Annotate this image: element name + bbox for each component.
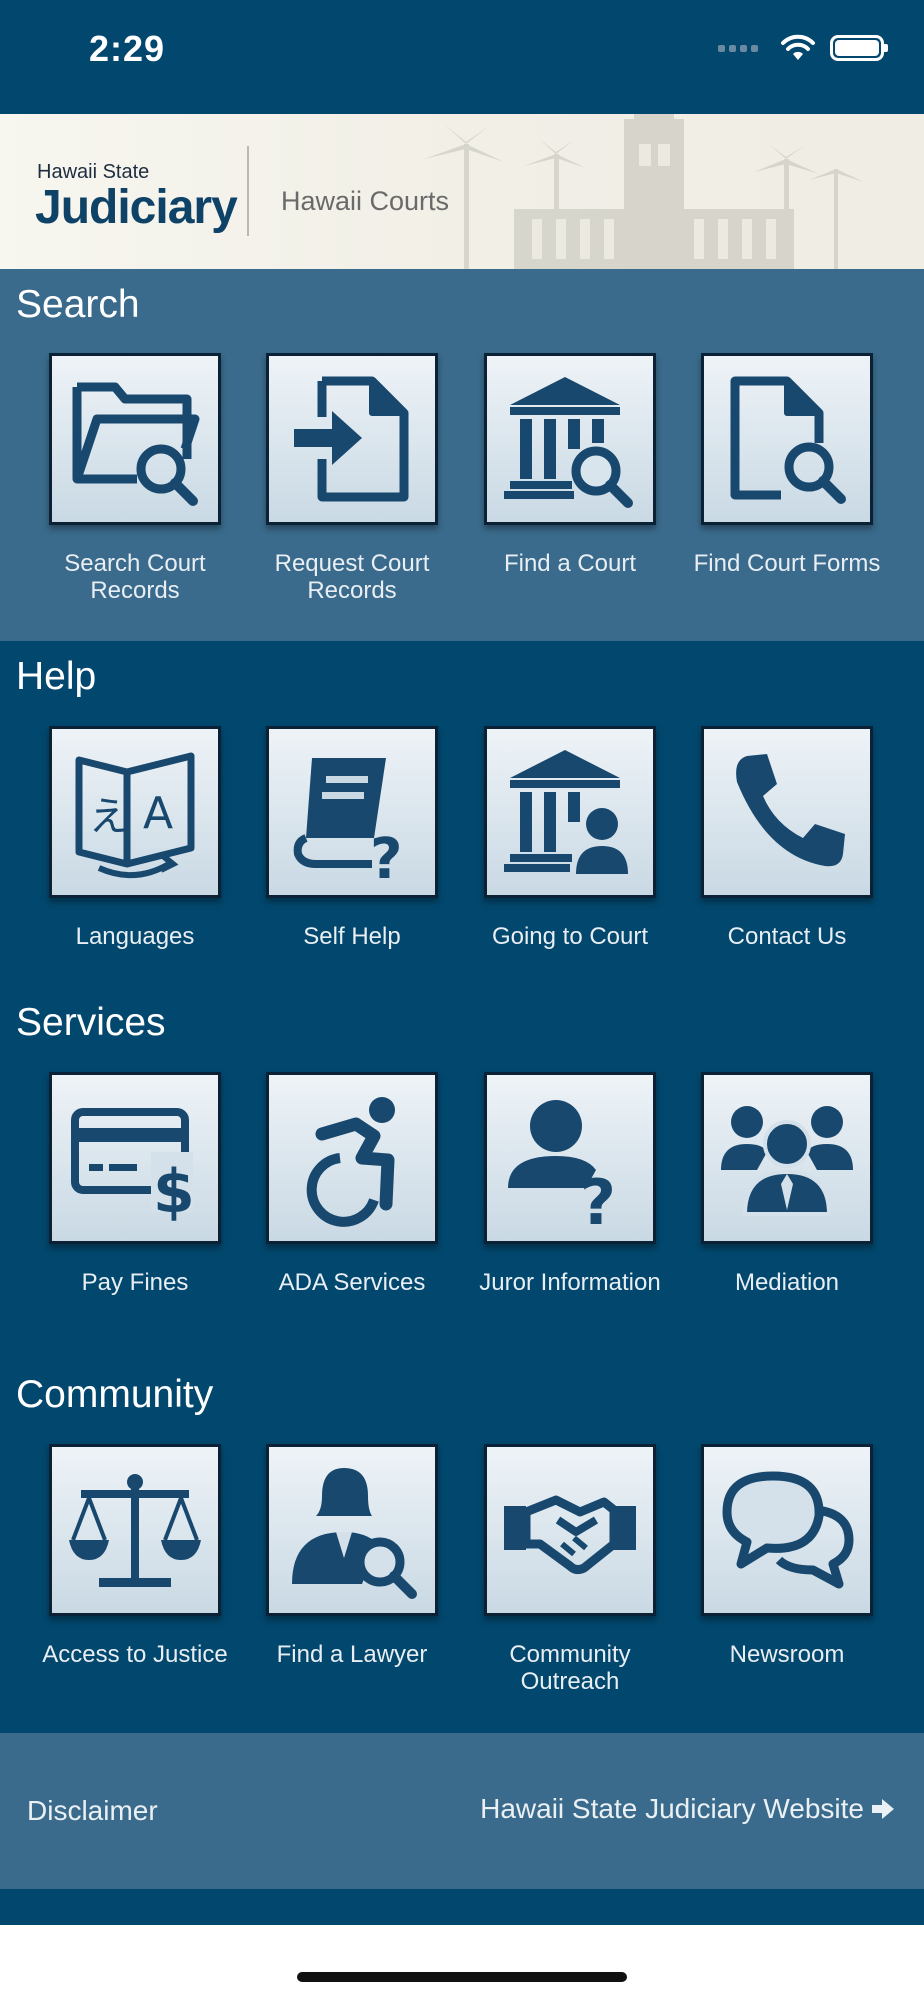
find-court-forms-label: Find Court Forms xyxy=(693,550,881,577)
status-icons xyxy=(718,34,888,62)
help-section: Help え A Languages ? Self Help Going to … xyxy=(0,641,924,981)
section-title-community: Community xyxy=(16,1373,214,1416)
book-question-icon: ? xyxy=(293,758,402,882)
svg-text:?: ? xyxy=(580,1166,616,1228)
juror-information-button[interactable]: ? xyxy=(484,1072,656,1244)
community-section: Community Access to Justice Find a Lawye… xyxy=(0,1353,924,1733)
wifi-icon xyxy=(781,34,815,60)
logo-judiciary-text: Judiciary xyxy=(35,181,238,234)
cellular-signal-icon xyxy=(718,44,758,52)
section-title-search: Search xyxy=(16,283,140,326)
judiciary-website-label: Hawaii State Judiciary Website xyxy=(480,1793,864,1824)
pay-fines-button[interactable]: $ xyxy=(49,1072,221,1244)
section-title-services: Services xyxy=(16,1001,166,1044)
mediation-button[interactable] xyxy=(701,1072,873,1244)
status-time: 2:29 xyxy=(89,28,166,69)
logo-divider xyxy=(247,146,249,236)
newsroom-label: Newsroom xyxy=(729,1641,845,1668)
courthouse-person-icon xyxy=(504,750,628,874)
lawyer-search-icon xyxy=(292,1468,417,1599)
community-outreach-button[interactable] xyxy=(484,1444,656,1616)
contact-us-button[interactable] xyxy=(701,726,873,898)
battery-icon xyxy=(830,35,888,61)
credit-card-dollar-icon: $ xyxy=(71,1108,195,1227)
chat-bubbles-icon xyxy=(722,1471,854,1589)
community-outreach-label: Community Outreach xyxy=(509,1641,631,1695)
section-title-help: Help xyxy=(16,655,97,698)
scales-icon xyxy=(69,1474,201,1587)
app-subtitle: Hawaii Courts xyxy=(281,186,450,216)
document-import-icon xyxy=(294,376,409,502)
accessibility-icon xyxy=(306,1097,395,1227)
access-to-justice-button[interactable] xyxy=(49,1444,221,1616)
languages-label: Languages xyxy=(75,923,195,950)
going-to-court-button[interactable] xyxy=(484,726,656,898)
svg-text:え: え xyxy=(89,794,129,840)
request-court-records-label: Request Court Records xyxy=(274,550,430,604)
newsroom-button[interactable] xyxy=(701,1444,873,1616)
ada-services-button[interactable] xyxy=(266,1072,438,1244)
svg-text:A: A xyxy=(143,788,173,839)
self-help-button[interactable]: ? xyxy=(266,726,438,898)
folder-search-icon xyxy=(72,382,200,506)
courthouse-search-icon xyxy=(504,377,633,508)
person-question-icon: ? xyxy=(508,1100,616,1228)
group-icon xyxy=(721,1106,853,1216)
request-court-records-button[interactable] xyxy=(266,353,438,525)
languages-button[interactable]: え A xyxy=(49,726,221,898)
services-section: Services $ Pay Fines ADA Services ? Juro… xyxy=(0,981,924,1353)
search-section: Search Search Court Records Request Cour… xyxy=(0,269,924,641)
find-a-lawyer-label: Find a Lawyer xyxy=(276,1641,428,1668)
find-court-forms-button[interactable] xyxy=(701,353,873,525)
search-court-records-label: Search Court Records xyxy=(64,550,206,604)
handshake-icon xyxy=(504,1495,636,1575)
search-court-records-button[interactable] xyxy=(49,353,221,525)
find-a-court-button[interactable] xyxy=(484,353,656,525)
find-a-court-label: Find a Court xyxy=(503,550,637,577)
svg-text:?: ? xyxy=(370,827,402,882)
document-search-icon xyxy=(730,376,846,504)
judiciary-website-link[interactable]: Hawaii State Judiciary Website xyxy=(480,1793,896,1825)
contact-us-label: Contact Us xyxy=(727,923,847,950)
mediation-label: Mediation xyxy=(734,1269,840,1296)
home-indicator[interactable] xyxy=(297,1972,627,1982)
translate-icon: え A xyxy=(75,752,195,879)
pay-fines-label: Pay Fines xyxy=(81,1269,189,1296)
juror-information-label: Juror Information xyxy=(479,1269,661,1296)
footer: Disclaimer Hawaii State Judiciary Websit… xyxy=(0,1733,924,1889)
svg-text:$: $ xyxy=(153,1157,195,1227)
self-help-label: Self Help xyxy=(303,923,401,950)
ada-services-label: ADA Services xyxy=(278,1269,426,1296)
arrow-right-icon xyxy=(872,1799,894,1819)
access-to-justice-label: Access to Justice xyxy=(42,1641,228,1668)
phone-icon xyxy=(736,754,845,867)
footer-bottom-bar xyxy=(0,1889,924,1925)
app-screen: 2:29 Hawaii State Judiciary Hawaii Court… xyxy=(0,0,924,2000)
status-bar: 2:29 xyxy=(0,0,924,114)
disclaimer-link[interactable]: Disclaimer xyxy=(27,1795,158,1827)
going-to-court-label: Going to Court xyxy=(491,923,649,950)
find-a-lawyer-button[interactable] xyxy=(266,1444,438,1616)
header-banner: Hawaii State Judiciary Hawaii Courts xyxy=(0,114,924,269)
